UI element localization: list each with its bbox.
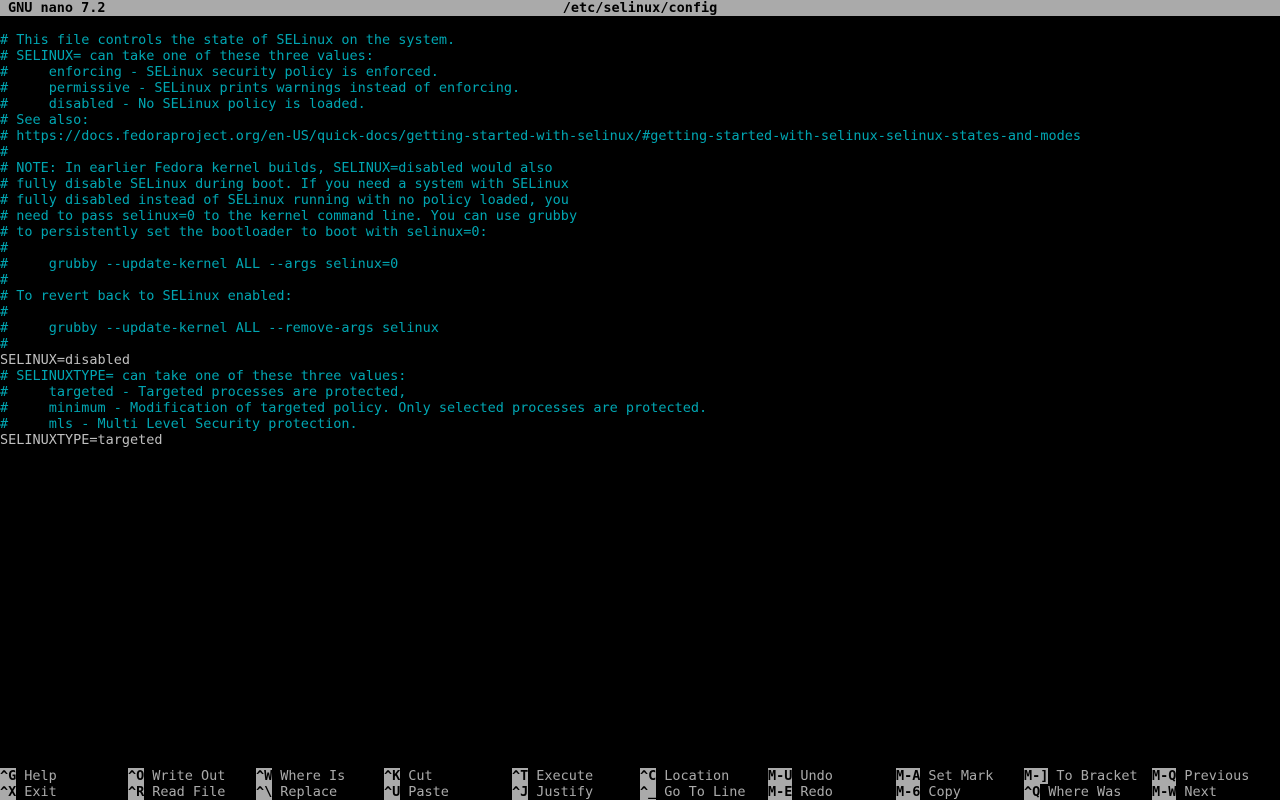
shortcut-key: ^W [256, 768, 273, 784]
editor-line: # grubby --update-kernel ALL --remove-ar… [0, 320, 439, 336]
shortcut-key: ^O [128, 768, 145, 784]
shortcut-label: Replace [280, 784, 338, 800]
shortcut-label: Redo [800, 784, 833, 800]
editor-line: # targeted - Targeted processes are prot… [0, 384, 407, 400]
editor-text-area[interactable]: # This file controls the state of SELinu… [0, 32, 1280, 768]
editor-line: # enforcing - SELinux security policy is… [0, 64, 439, 80]
shortcut-execute[interactable]: ^T Execute [512, 768, 593, 784]
shortcut-label: Copy [928, 784, 961, 800]
editor-line: SELINUX=disabled [0, 352, 131, 368]
shortcut-label: Undo [800, 768, 833, 784]
shortcut-key: ^K [384, 768, 401, 784]
shortcut-location[interactable]: ^C Location [640, 768, 729, 784]
shortcut-label: Help [24, 768, 57, 784]
shortcut-key: M-U [768, 768, 793, 784]
shortcut-key: ^Q [1024, 784, 1041, 800]
shortcut-read-file[interactable]: ^R Read File [128, 784, 225, 800]
shortcut-exit[interactable]: ^X Exit [0, 784, 57, 800]
shortcut-key: ^T [512, 768, 529, 784]
shortcut-copy[interactable]: M-6 Copy [896, 784, 961, 800]
editor-line: SELINUXTYPE=targeted [0, 432, 163, 448]
shortcut-label: Cut [408, 768, 433, 784]
editor-line: # to persistently set the bootloader to … [0, 224, 488, 240]
shortcut-next[interactable]: M-W Next [1152, 784, 1217, 800]
editor-line: # disabled - No SELinux policy is loaded… [0, 96, 366, 112]
shortcut-key: ^\ [256, 784, 273, 800]
shortcut-label: Justify [536, 784, 594, 800]
editor-line: # This file controls the state of SELinu… [0, 32, 456, 48]
shortcut-label: Exit [24, 784, 57, 800]
editor-line: # [0, 272, 9, 288]
shortcut-key: ^J [512, 784, 529, 800]
shortcut-cut[interactable]: ^K Cut [384, 768, 433, 784]
editor-line: # SELINUXTYPE= can take one of these thr… [0, 368, 407, 384]
shortcut-set-mark[interactable]: M-A Set Mark [896, 768, 993, 784]
shortcut-row-primary: ^G Help ^O Write Out ^W Where Is ^K Cut ^T Execut… [0, 768, 1280, 784]
filename-label: /etc/selinux/config [562, 0, 718, 16]
editor-line: # See also: [0, 112, 90, 128]
shortcut-label: Go To Line [664, 784, 746, 800]
editor-line: # SELINUX= can take one of these three v… [0, 48, 374, 64]
editor-line: # fully disabled instead of SELinux runn… [0, 192, 569, 208]
terminal-window: GNU nano 7.2 /etc/selinux/config # This … [0, 0, 1280, 800]
shortcut-key: M-W [1152, 784, 1177, 800]
shortcut-undo[interactable]: M-U Undo [768, 768, 833, 784]
editor-line: # [0, 336, 9, 352]
shortcut-label: Where Is [280, 768, 346, 784]
editor-line: # fully disable SELinux during boot. If … [0, 176, 569, 192]
editor-line: # To revert back to SELinux enabled: [0, 288, 293, 304]
shortcut-help[interactable]: ^G Help [0, 768, 57, 784]
shortcut-label: Location [664, 768, 730, 784]
shortcut-key: M-Q [1152, 768, 1177, 784]
shortcut-help-bar: ^G Help ^O Write Out ^W Where Is ^K Cut ^T Execut… [0, 768, 1280, 800]
shortcut-label: Where Was [1048, 784, 1122, 800]
shortcut-label: Write Out [152, 768, 226, 784]
editor-line: # minimum - Modification of targeted pol… [0, 400, 708, 416]
shortcut-label: Set Mark [928, 768, 994, 784]
editor-line: # grubby --update-kernel ALL --args seli… [0, 256, 399, 272]
shortcut-key: ^U [384, 784, 401, 800]
shortcut-to-bracket[interactable]: M-] To Bracket [1024, 768, 1138, 784]
shortcut-replace[interactable]: ^\ Replace [256, 784, 337, 800]
shortcut-label: Paste [408, 784, 449, 800]
shortcut-key: ^G [0, 768, 17, 784]
editor-line: # mls - Multi Level Security protection. [0, 416, 358, 432]
shortcut-go-to-line[interactable]: ^_ Go To Line [640, 784, 746, 800]
shortcut-key: ^C [640, 768, 657, 784]
shortcut-label: Read File [152, 784, 226, 800]
shortcut-key: M-] [1024, 768, 1049, 784]
shortcut-key: ^_ [640, 784, 657, 800]
shortcut-redo[interactable]: M-E Redo [768, 784, 833, 800]
shortcut-key: ^R [128, 784, 145, 800]
shortcut-key: ^X [0, 784, 17, 800]
shortcut-write-out[interactable]: ^O Write Out [128, 768, 225, 784]
shortcut-label: Next [1184, 784, 1217, 800]
shortcut-row-secondary: ^X Exit ^R Read File ^\ Replace ^U Paste ^J Justi… [0, 784, 1280, 800]
editor-line: # permissive - SELinux prints warnings i… [0, 80, 521, 96]
shortcut-where-is[interactable]: ^W Where Is [256, 768, 345, 784]
editor-line: # [0, 240, 9, 256]
editor-line: # NOTE: In earlier Fedora kernel builds,… [0, 160, 553, 176]
editor-line: # [0, 144, 9, 160]
titlebar: GNU nano 7.2 /etc/selinux/config [0, 0, 1280, 16]
shortcut-key: M-6 [896, 784, 921, 800]
shortcut-key: M-E [768, 784, 793, 800]
editor-line: # https://docs.fedoraproject.org/en-US/q… [0, 128, 1081, 144]
shortcut-key: M-A [896, 768, 921, 784]
shortcut-label: To Bracket [1056, 768, 1138, 784]
shortcut-where-was[interactable]: ^Q Where Was [1024, 784, 1121, 800]
editor-line: # need to pass selinux=0 to the kernel c… [0, 208, 578, 224]
shortcut-label: Execute [536, 768, 594, 784]
shortcut-previous[interactable]: M-Q Previous [1152, 768, 1249, 784]
shortcut-paste[interactable]: ^U Paste [384, 784, 449, 800]
shortcut-justify[interactable]: ^J Justify [512, 784, 593, 800]
editor-line: # [0, 304, 9, 320]
shortcut-label: Previous [1184, 768, 1250, 784]
